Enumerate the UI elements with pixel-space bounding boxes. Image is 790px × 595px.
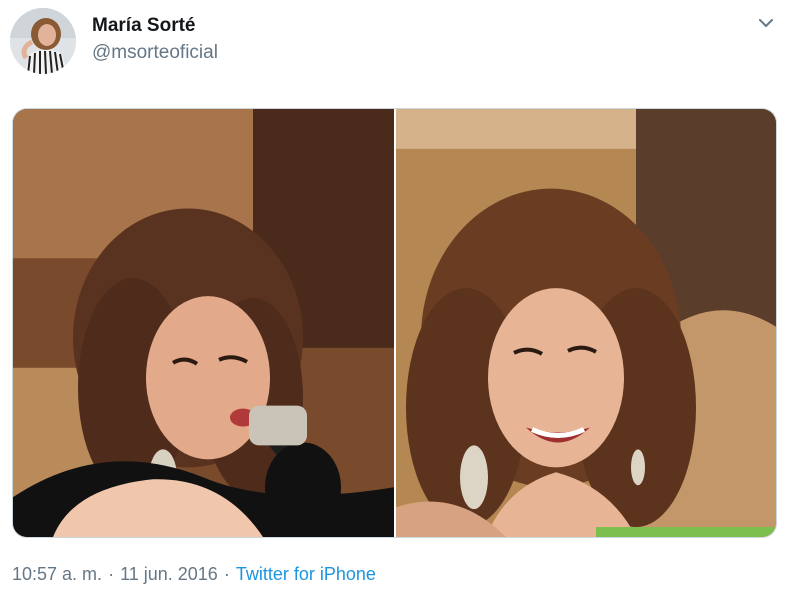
- tweet-date[interactable]: 11 jun. 2016: [120, 564, 218, 584]
- separator: ·: [223, 564, 230, 584]
- separator: ·: [108, 564, 115, 584]
- tweet-footer: 10:57 a. m. · 11 jun. 2016 · Twitter for iPh…: [12, 563, 376, 585]
- tweet-time[interactable]: 10:57 a. m.: [12, 564, 102, 584]
- avatar[interactable]: [10, 8, 76, 74]
- user-handle[interactable]: @msorteoficial: [92, 42, 218, 64]
- photo-smiling[interactable]: [396, 109, 776, 537]
- avatar-image: [10, 8, 76, 74]
- user-name[interactable]: María Sorté: [92, 15, 195, 37]
- media-grid: [12, 108, 777, 538]
- chevron-down-icon[interactable]: [757, 14, 775, 32]
- photo-singing[interactable]: [13, 109, 394, 537]
- source-link[interactable]: Twitter for iPhone: [236, 564, 376, 584]
